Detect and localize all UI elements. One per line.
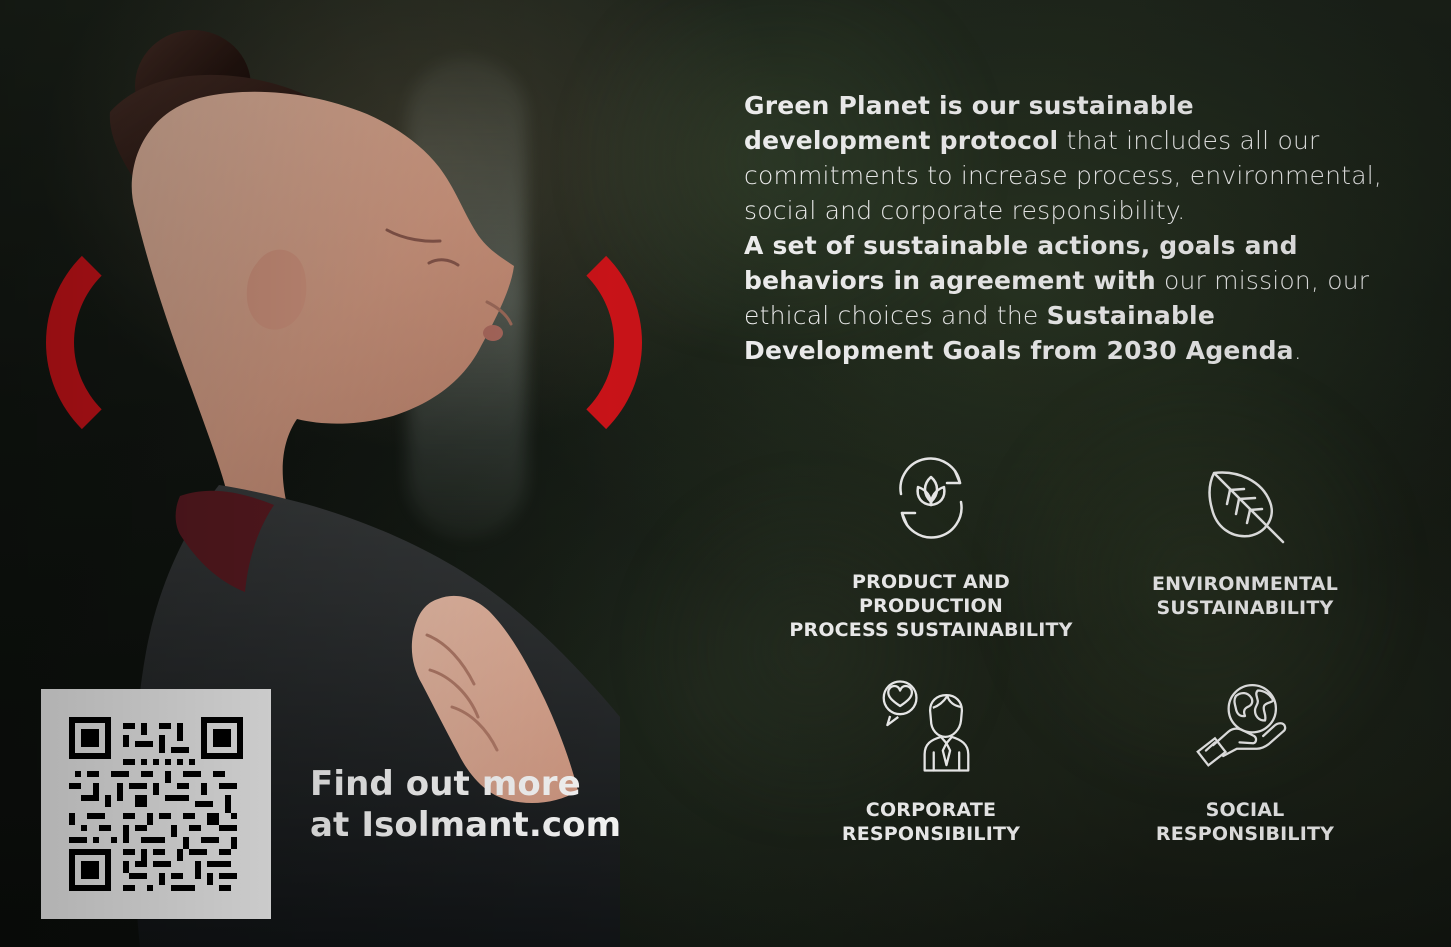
find-out-more-line-2[interactable]: at Isolmant.com — [310, 805, 621, 846]
feature-corporate-label: CORPORATE RESPONSIBILITY — [786, 798, 1076, 846]
feature-social-label: SOCIAL RESPONSIBILITY — [1100, 798, 1390, 846]
feature-corporate-responsibility: CORPORATE RESPONSIBILITY — [786, 676, 1076, 846]
feature-social-line-1: SOCIAL — [1205, 799, 1285, 821]
find-out-more-line-1[interactable]: Find out more — [310, 764, 610, 805]
hand-earth-icon — [1196, 683, 1287, 767]
intro-paragraph-2-end: . — [1293, 336, 1302, 365]
red-arc-left — [46, 220, 166, 465]
feature-environmental-line-2: SUSTAINABILITY — [1156, 597, 1334, 619]
feature-social-responsibility: SOCIAL RESPONSIBILITY — [1100, 676, 1390, 846]
feature-product-sustainability: PRODUCT AND PRODUCTION PROCESS SUSTAINAB… — [786, 448, 1076, 642]
feature-environmental-sustainability: ENVIRONMENTAL SUSTAINABILITY — [1100, 450, 1390, 620]
leaf-icon — [1208, 471, 1285, 544]
hero-panel: Green Planet is our sustainable developm… — [0, 0, 1451, 947]
red-arc-right — [522, 220, 642, 465]
feature-corporate-line-1: CORPORATE — [865, 799, 997, 821]
feature-social-line-2: RESPONSIBILITY — [1155, 823, 1335, 845]
intro-copy: Green Planet is our sustainable developm… — [744, 88, 1384, 368]
business-person-heart-icon — [882, 680, 970, 772]
feature-product-line-1: PRODUCT AND PRODUCTION — [851, 571, 1010, 617]
feature-product-line-2: PROCESS SUSTAINABILITY — [789, 619, 1073, 641]
find-out-more-link[interactable]: Find out more at Isolmant.com — [310, 764, 621, 846]
feature-environmental-line-1: ENVIRONMENTAL — [1151, 573, 1339, 595]
feature-corporate-line-2: RESPONSIBILITY — [841, 823, 1021, 845]
intro-paragraph-1: Green Planet is our sustainable developm… — [744, 88, 1384, 228]
qr-code-card[interactable] — [41, 689, 271, 919]
qr-code[interactable] — [69, 717, 243, 891]
feature-product-label: PRODUCT AND PRODUCTION PROCESS SUSTAINAB… — [786, 570, 1076, 642]
feature-environmental-label: ENVIRONMENTAL SUSTAINABILITY — [1100, 572, 1390, 620]
intro-paragraph-2: A set of sustainable actions, goals and … — [744, 228, 1384, 368]
leaf-recycle-icon — [899, 457, 963, 539]
